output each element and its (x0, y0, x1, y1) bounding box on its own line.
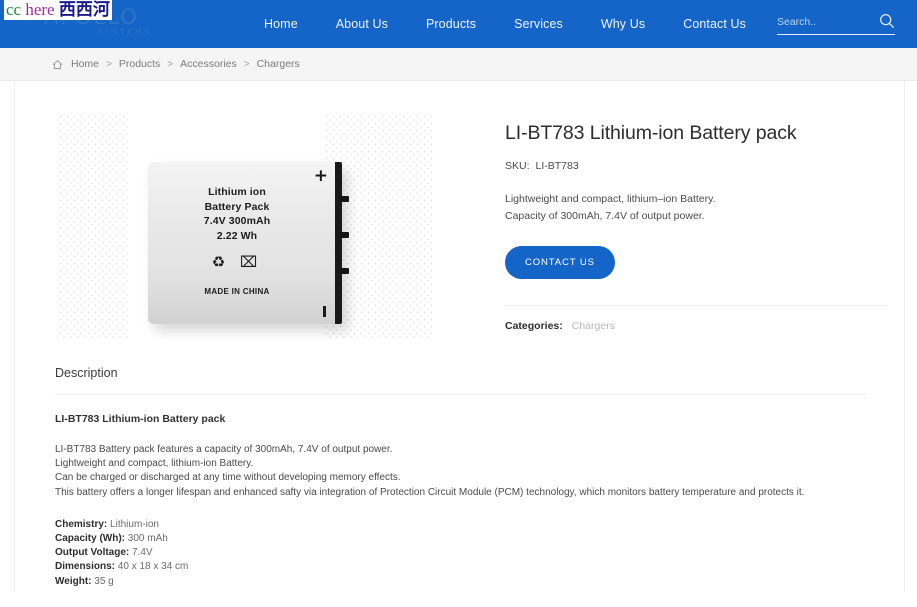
breadcrumb-item-accessories[interactable]: Accessories (180, 58, 237, 70)
battery-contact-pin (340, 268, 349, 274)
nav-item-about-us[interactable]: About Us (317, 17, 407, 31)
spec-row-weight: Weight: 35 g (55, 575, 867, 589)
battery-recycle-and-weee-icons: ♻ ⌧ (211, 253, 263, 271)
nav-item-products[interactable]: Products (407, 17, 495, 31)
battery-contact-pin (340, 196, 349, 202)
description-divider (55, 394, 867, 395)
breadcrumb-separator: > (243, 58, 250, 70)
description-subtitle: LI-BT783 Lithium-ion Battery pack (55, 413, 226, 425)
battery-contact-pin (340, 232, 349, 238)
spec-value: 35 g (94, 575, 114, 587)
search-underline (777, 34, 895, 35)
spec-row-chemistry: Chemistry: Lithium-ion (55, 518, 867, 532)
product-info: LI-BT783 Lithium-ion Battery pack SKU: LI… (505, 121, 887, 332)
site-header: APOLLO SYSTEMS Home About Us Products Se… (0, 0, 917, 48)
description-line: This battery offers a longer lifespan an… (55, 486, 805, 498)
spec-row-capacity: Capacity (Wh): 300 mAh (55, 532, 867, 546)
categories-row: Categories: Chargers (505, 320, 887, 332)
home-icon (52, 59, 63, 70)
watermark-here: here (25, 0, 55, 19)
watermark-overlay: cc here 西西河 (4, 0, 112, 20)
logo-tagline: SYSTEMS (97, 28, 152, 36)
main-navigation: Home About Us Products Services Why Us C… (245, 0, 765, 48)
short-description-line: Lightweight and compact, lithium–ion Bat… (505, 193, 716, 205)
watermark-cc: cc (6, 0, 22, 19)
summary-divider (505, 305, 887, 306)
search-input[interactable] (777, 13, 869, 30)
product-detail-page: cc here 西西河 APOLLO SYSTEMS Home About Us… (0, 0, 917, 607)
search-icon[interactable] (879, 13, 895, 29)
description-heading: Description (55, 366, 118, 380)
nav-item-home[interactable]: Home (245, 17, 317, 31)
spec-key: Weight: (55, 575, 92, 587)
page-title: LI-BT783 Lithium-ion Battery pack (505, 122, 797, 144)
nav-item-services[interactable]: Services (495, 17, 582, 31)
battery-origin-text: MADE IN CHINA (204, 287, 270, 296)
description-body: LI-BT783 Battery pack features a capacit… (55, 443, 867, 500)
battery-contact-edge (335, 162, 342, 324)
short-description-line: Capacity of 300mAh, 7.4V of output power… (505, 210, 705, 222)
spec-value: Lithium-ion (110, 518, 159, 530)
battery-label-line: 7.4V 300mAh (203, 215, 271, 227)
category-link-chargers[interactable]: Chargers (572, 320, 615, 332)
battery-plus-terminal: + (313, 166, 328, 186)
breadcrumb-separator: > (167, 58, 174, 70)
specifications-list: Chemistry: Lithium-ion Capacity (Wh): 30… (55, 518, 867, 589)
description-line: LI-BT783 Battery pack features a capacit… (55, 444, 393, 455)
watermark-cn: 西西河 (58, 0, 110, 20)
battery-label-line: Battery Pack (204, 200, 270, 213)
sku-value: LI-BT783 (535, 160, 579, 172)
battery-label-text: Lithium ion Battery Pack 7.4V 300mAh 2.2… (148, 185, 326, 243)
breadcrumb-separator: > (106, 58, 112, 70)
sku-row: SKU: LI-BT783 (505, 160, 887, 172)
battery-label-line: 2.22 Wh (216, 229, 258, 242)
battery-minus-terminal (323, 306, 326, 317)
product-gallery[interactable]: + Lithium ion Battery Pack 7.4V 300mAh 2… (57, 113, 432, 339)
battery-label-line: Lithium ion (208, 186, 266, 198)
sku-label: SKU: (505, 160, 530, 172)
spec-key: Capacity (Wh): (55, 533, 125, 545)
product-image-battery: + Lithium ion Battery Pack 7.4V 300mAh 2… (148, 162, 349, 324)
search-box (777, 13, 895, 37)
spec-row-output-voltage: Output Voltage: 7.4V (55, 546, 867, 560)
breadcrumb-bar: Home > Products > Accessories > Chargers (0, 48, 917, 81)
categories-label: Categories: (505, 320, 563, 332)
spec-key: Chemistry: (55, 518, 108, 530)
breadcrumb: Home > Products > Accessories > Chargers (52, 48, 300, 80)
spec-key: Output Voltage: (55, 547, 130, 559)
description-line: Lightweight and compact, lithium-ion Bat… (55, 458, 254, 470)
description-line: Can be charged or discharged at any time… (55, 472, 401, 484)
spec-value: 300 mAh (127, 533, 168, 545)
spec-value: 40 x 18 x 34 cm (117, 561, 189, 573)
product-short-description: Lightweight and compact, lithium–ion Bat… (505, 191, 887, 225)
breadcrumb-item-home[interactable]: Home (71, 58, 99, 70)
spec-key: Dimensions: (55, 561, 116, 573)
page-content: + Lithium ion Battery Pack 7.4V 300mAh 2… (14, 81, 905, 592)
spec-value: 7.4V (132, 547, 153, 559)
description-section: Description LI-BT783 Lithium-ion Battery… (55, 366, 867, 589)
product-summary-section: + Lithium ion Battery Pack 7.4V 300mAh 2… (15, 81, 906, 339)
contact-us-button[interactable]: CONTACT US (505, 246, 615, 279)
nav-item-why-us[interactable]: Why Us (582, 17, 664, 31)
spec-row-dimensions: Dimensions: 40 x 18 x 34 cm (55, 560, 867, 574)
nav-item-contact-us[interactable]: Contact Us (664, 17, 765, 31)
breadcrumb-item-products[interactable]: Products (119, 58, 160, 70)
breadcrumb-item-chargers[interactable]: Chargers (257, 58, 300, 70)
